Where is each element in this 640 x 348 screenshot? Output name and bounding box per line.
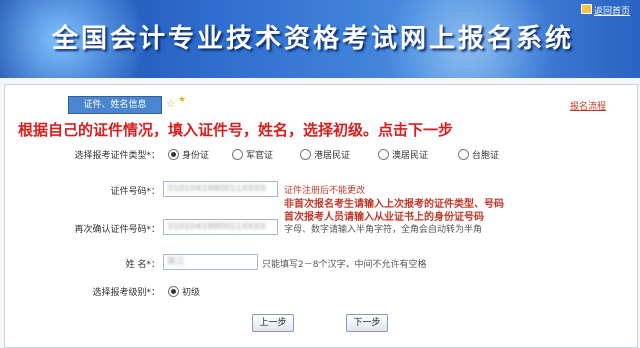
star-icon: ☆ xyxy=(166,97,176,110)
star-icon: ★ xyxy=(178,95,187,105)
flow-link[interactable]: 报名流程 xyxy=(570,99,606,112)
radio-dot[interactable] xyxy=(378,149,389,160)
name-hint: 只能填写2－8个汉字，中间不允许有空格 xyxy=(262,260,427,270)
radio-taiwan-card[interactable]: 台胞证 xyxy=(458,148,499,161)
radio-dot[interactable] xyxy=(168,149,179,160)
name-input[interactable]: 张三 xyxy=(163,254,258,270)
home-link[interactable]: 返回首页 xyxy=(594,4,630,17)
instruction-text: 根据自己的证件情况，填入证件号，姓名，选择初级。点击下一步 xyxy=(18,121,454,139)
confirm-id-label: 再次确认证件号码*： xyxy=(74,225,160,235)
radio-label: 澳居民证 xyxy=(392,151,429,161)
radio-macau-card[interactable]: 澳居民证 xyxy=(378,148,428,161)
radio-dot[interactable] xyxy=(168,286,179,297)
next-button[interactable]: 下一步 xyxy=(346,314,388,332)
header-banner: 全国会计专业技术资格考试网上报名系统 返回首页 xyxy=(0,0,640,78)
radio-label: 军官证 xyxy=(246,151,274,161)
tab-id-name-info[interactable]: 证件、姓名信息 xyxy=(68,96,162,114)
radio-dot[interactable] xyxy=(458,149,469,160)
id-number-label: 证件号码*： xyxy=(110,187,160,197)
radio-label: 港居民证 xyxy=(314,151,351,161)
radio-label: 初级 xyxy=(182,288,201,298)
radio-dot[interactable] xyxy=(232,149,243,160)
confirm-id-value: 3101041990011XXXX xyxy=(167,222,267,232)
level-label: 选择报考级别*： xyxy=(92,288,160,298)
name-label: 姓 名*： xyxy=(125,260,160,270)
confirm-id-input[interactable]: 3101041990011XXXX xyxy=(163,219,278,235)
prev-button[interactable]: 上一步 xyxy=(252,314,294,332)
name-value: 张三 xyxy=(167,257,186,267)
home-icon[interactable] xyxy=(581,4,592,14)
radio-id-card[interactable]: 身份证 xyxy=(168,148,209,161)
hint-line-2: 首次报考人员请输入从业证书上的身份证号码 xyxy=(284,212,484,223)
id-type-label: 选择报考证件类型*： xyxy=(74,151,160,161)
id-number-value: 3101041990011XXXX xyxy=(167,184,267,194)
id-number-input[interactable]: 3101041990011XXXX xyxy=(163,181,278,197)
radio-dot[interactable] xyxy=(300,149,311,160)
radio-level-junior[interactable]: 初级 xyxy=(168,285,200,298)
radio-label: 身份证 xyxy=(182,151,210,161)
radio-hk-card[interactable]: 港居民证 xyxy=(300,148,350,161)
radio-officer-card[interactable]: 军官证 xyxy=(232,148,273,161)
system-title: 全国会计专业技术资格考试网上报名系统 xyxy=(52,24,575,54)
confirm-id-hint: 字母、数字请输入半角字符，全角会自动转为半角 xyxy=(284,225,483,235)
radio-label: 台胞证 xyxy=(472,151,500,161)
